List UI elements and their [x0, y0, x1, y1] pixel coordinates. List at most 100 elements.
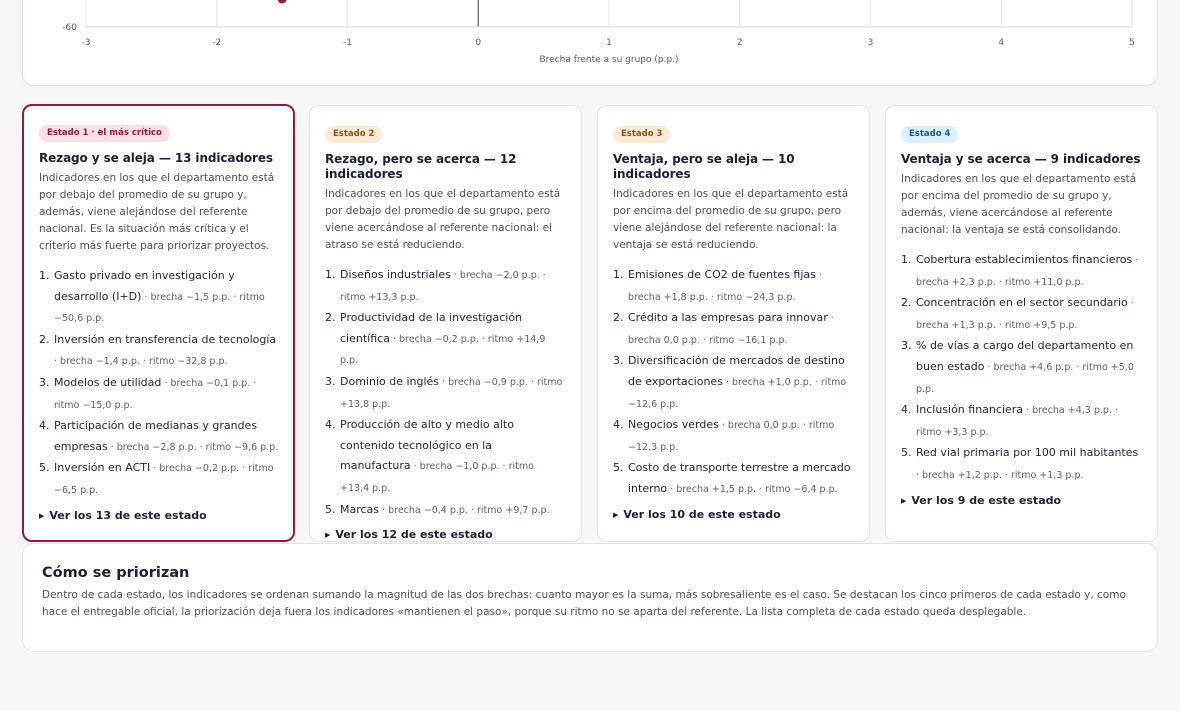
item-number: 3.: [39, 375, 50, 389]
state-badge: Estado 2: [325, 126, 383, 143]
item-number: 2.: [325, 311, 336, 325]
indicator-name: Dominio de inglés: [340, 374, 440, 388]
indicator-name: Emisiones de CO2 de fuentes fijas: [628, 268, 816, 281]
state-badge: Estado 4: [901, 126, 959, 143]
item-number: 3.: [613, 354, 624, 368]
item-number: 1.: [39, 269, 50, 282]
indicator-list: 1. Emisiones de CO2 de fuentes fijas · br…: [613, 265, 854, 501]
data-point: [277, 0, 287, 4]
triangle-right-icon: ▶: [613, 510, 619, 519]
list-item: 1. Diseños industriales · brecha −2,0 p.p…: [325, 265, 566, 308]
list-item: 3.% de vías a cargo del departamento en …: [901, 336, 1142, 400]
state-card-3: Estado 3 Ventaja, pero se aleja — 10 indi…: [597, 105, 870, 542]
x-tick-label: -3: [82, 38, 91, 48]
list-item: 4. Participación de medianas y grandes em…: [39, 416, 279, 458]
list-item: 2. Concentración en el sector secundario …: [901, 293, 1142, 336]
list-item: 2. Productividad de la investigación cien…: [325, 308, 566, 372]
list-item: 2. Inversión en transferencia de tecnolog…: [39, 330, 279, 373]
indicator-metrics: · brecha −0,4 p.p. · ritmo +9,7 p.p.: [379, 504, 550, 516]
indicator-name: Diseños industriales: [340, 268, 451, 281]
item-number: 3.: [901, 339, 912, 353]
state-description: Indicadores en los que el departamento e…: [901, 173, 1137, 236]
state-badge: Estado 1 · el más crítico: [39, 125, 170, 142]
list-item: 5. Red vial primaria por 100 mil habitant…: [901, 443, 1142, 486]
list-item: 4. Producción de alto y medio alto conten…: [325, 415, 566, 499]
expand-toggle-label: Ver los 9 de este estado: [911, 493, 1062, 507]
x-tick-label: 5: [1129, 38, 1135, 48]
item-number: 2.: [901, 296, 912, 310]
expand-toggle-label: Ver los 12 de este estado: [335, 528, 493, 542]
indicator-name: Crédito a las empresas para innovar: [628, 311, 828, 325]
triangle-right-icon: ▶: [325, 531, 331, 540]
indicator-list: 1. Diseños industriales · brecha −2,0 p.p…: [325, 265, 566, 521]
item-number: 4.: [39, 419, 50, 433]
state-description: Indicadores en los que el departamento e…: [39, 172, 275, 252]
list-item: 3. Modelos de utilidad · brecha −0,1 p.p.…: [39, 373, 279, 416]
indicator-name: Inclusión financiera: [916, 403, 1024, 417]
item-number: 1.: [325, 268, 336, 281]
indicator-metrics: · brecha +1,5 p.p. · ritmo −6,4 p.p.: [667, 483, 838, 495]
expand-toggle-label: Ver los 10 de este estado: [623, 507, 781, 521]
state-card-2: Estado 2 Rezago, pero se acerca — 12 indi…: [309, 105, 582, 542]
y-tick-label: -60: [62, 23, 77, 33]
info-text: Dentro de cada estado, los indicadores s…: [42, 589, 1126, 618]
indicator-name: Modelos de utilidad: [54, 375, 162, 389]
list-item: 1. Emisiones de CO2 de fuentes fijas · br…: [613, 265, 854, 308]
state-description: Indicadores en los que el departamento e…: [613, 188, 849, 251]
state-card-1: Estado 1 · el más crítico Rezago y se ale…: [22, 104, 295, 542]
item-number: 5.: [39, 461, 50, 475]
item-number: 3.: [325, 374, 336, 388]
x-tick-label: -1: [343, 38, 352, 48]
triangle-right-icon: ▶: [901, 496, 907, 505]
indicator-name: Inversión en ACTI: [54, 461, 151, 475]
item-number: 4.: [901, 403, 912, 417]
scatter-chart: -3 -2 -1 0 1 2 3 4 5 -60 Brecha frente a su grupo …: [62, 0, 1135, 65]
item-number: 1.: [901, 253, 912, 266]
indicator-metrics: · brecha −2,8 p.p. · ritmo −9,6 p.p.: [107, 441, 279, 453]
expand-toggle[interactable]: ▶ Ver los 13 de este estado: [39, 509, 279, 522]
expand-toggle[interactable]: ▶ Ver los 9 de este estado: [901, 494, 1142, 507]
list-item: 3. Dominio de inglés · brecha −0,9 p.p. ·…: [325, 372, 566, 415]
item-number: 4.: [613, 418, 624, 432]
state-description: Indicadores en los que el departamento e…: [325, 188, 561, 251]
triangle-right-icon: ▶: [39, 511, 45, 520]
x-tick-label: 1: [606, 38, 612, 48]
scatter-chart-card: -3 -2 -1 0 1 2 3 4 5 -60 Brecha frente a su grupo …: [22, 0, 1158, 86]
list-item: 4. Inclusión financiera · brecha +4,3 p.p…: [901, 400, 1142, 443]
prioritization-info-card: Cómo se priorizan Dentro de cada estado,…: [22, 543, 1158, 652]
item-number: 4.: [325, 418, 336, 432]
list-item: 5. Marcas · brecha −0,4 p.p. · ritmo +9,7…: [325, 500, 566, 522]
x-tick-label: 4: [998, 38, 1004, 48]
indicator-list: 1. Gasto privado en investigación y desar…: [39, 266, 279, 502]
state-title: Ventaja, pero se aleja — 10 indicadores: [613, 152, 795, 181]
expand-toggle[interactable]: ▶ Ver los 12 de este estado: [325, 528, 566, 541]
indicator-metrics: · brecha −1,4 p.p. · ritmo −32,8 p.p.: [54, 356, 228, 368]
list-item: 4. Negocios verdes · brecha 0,0 p.p. · ri…: [613, 415, 854, 458]
x-tick-label: -2: [212, 38, 221, 48]
info-title: Cómo se priorizan: [42, 565, 190, 581]
x-tick-label: 0: [475, 38, 481, 48]
state-title: Rezago, pero se acerca — 12 indicadores: [325, 152, 517, 181]
x-tick-label: 3: [868, 38, 874, 48]
indicator-name: Inversión en transferencia de tecnología: [54, 332, 277, 346]
expand-toggle[interactable]: ▶ Ver los 10 de este estado: [613, 508, 854, 521]
indicator-name: Cobertura establecimientos financieros: [916, 253, 1133, 266]
indicator-name: Marcas: [340, 502, 380, 516]
indicator-list: 1. Cobertura establecimientos financieros…: [901, 250, 1142, 487]
x-axis-label: Brecha frente a su grupo (p.p.): [539, 55, 678, 65]
item-number: 5.: [613, 461, 624, 475]
indicator-name: Negocios verdes: [628, 418, 719, 432]
indicator-name: Concentración en el sector secundario: [916, 296, 1128, 310]
expand-toggle-label: Ver los 13 de este estado: [49, 508, 207, 522]
state-title: Rezago y se aleja — 13 indicadores: [39, 151, 273, 165]
item-number: 2.: [613, 311, 624, 325]
item-number: 2.: [39, 332, 50, 346]
list-item: 5. Costo de transporte terrestre a mercad…: [613, 458, 854, 500]
x-tick-label: 2: [737, 38, 743, 48]
state-badge: Estado 3: [613, 126, 671, 143]
list-item: 1. Gasto privado en investigación y desar…: [39, 266, 279, 330]
list-item: 1. Cobertura establecimientos financieros…: [901, 250, 1142, 293]
indicator-metrics: · brecha +1,2 p.p. · ritmo +1,3 p.p.: [916, 469, 1084, 481]
item-number: 5.: [325, 502, 336, 516]
state-title: Ventaja y se acerca — 9 indicadores: [901, 152, 1141, 166]
